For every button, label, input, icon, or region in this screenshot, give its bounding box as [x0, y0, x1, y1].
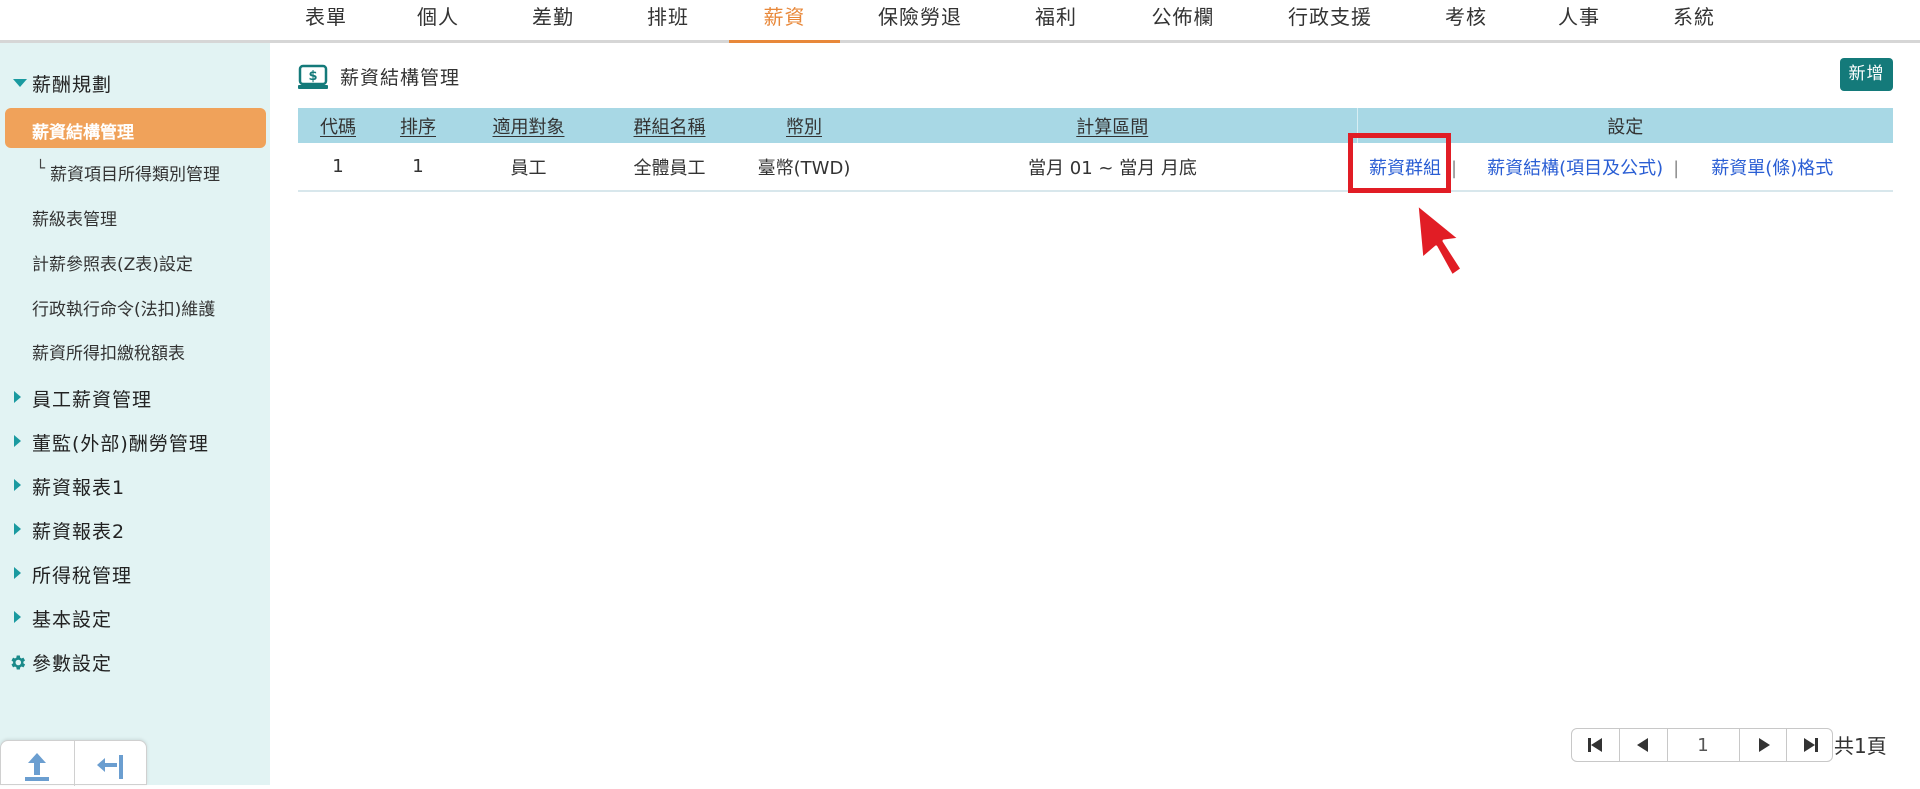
- sidebar-group-salary-report-2[interactable]: 薪資報表2: [0, 515, 270, 545]
- sidebar-group-label: 董監(外部)酬勞管理: [32, 433, 209, 455]
- toolbar-divider: [74, 741, 75, 786]
- svg-text:$: $: [308, 69, 317, 84]
- sidebar-item-param-settings[interactable]: 參數設定: [0, 647, 270, 677]
- sidebar-item-salary-grade-table[interactable]: 薪級表管理: [0, 201, 270, 231]
- sidebar-group-label: 薪酬規劃: [32, 74, 113, 96]
- sub-item-prefix: └: [36, 159, 46, 177]
- tab-personal[interactable]: 個人: [412, 0, 464, 40]
- cell-settings: 薪資群組 | 薪資結構(項目及公式) | 薪資單(條)格式: [1357, 143, 1893, 192]
- tab-evaluation[interactable]: 考核: [1440, 0, 1492, 40]
- sidebar-item-salary-structure[interactable]: 薪資結構管理: [5, 108, 266, 148]
- page-number-input[interactable]: [1667, 729, 1739, 761]
- caret-right-icon: [14, 391, 21, 403]
- next-page-icon[interactable]: [1740, 729, 1787, 761]
- sidebar-item-garnishment-maintenance[interactable]: 行政執行命令(法扣)維護: [0, 291, 270, 321]
- caret-right-icon: [14, 567, 21, 579]
- sidebar-item-withholding-tax-table[interactable]: 薪資所得扣繳稅額表: [0, 335, 270, 365]
- upload-icon[interactable]: [17, 749, 57, 785]
- sidebar-item-label: 薪資所得扣繳稅額表: [32, 344, 185, 364]
- tab-shift[interactable]: 排班: [642, 0, 694, 40]
- sidebar-group-employee-salary[interactable]: 員工薪資管理: [0, 383, 270, 413]
- bottom-toolbar: [0, 740, 147, 786]
- salary-group-link[interactable]: 薪資群組: [1369, 158, 1441, 179]
- caret-down-icon: [13, 79, 27, 87]
- sidebar-item-label: 薪級表管理: [32, 210, 117, 230]
- cell-code: 1: [298, 143, 378, 192]
- sidebar-group-basic-settings[interactable]: 基本設定: [0, 603, 270, 633]
- previous-page-icon[interactable]: [1620, 729, 1667, 761]
- total-pages-label: 共1頁: [1834, 734, 1887, 758]
- cell-target: 員工: [458, 143, 599, 192]
- column-header-group-name[interactable]: 群組名稱: [599, 108, 740, 143]
- sidebar-group-label: 基本設定: [32, 609, 113, 631]
- sidebar-item-label: 薪資結構管理: [32, 123, 134, 143]
- add-button[interactable]: 新增: [1840, 58, 1893, 91]
- sidebar-group-director-remuneration[interactable]: 董監(外部)酬勞管理: [0, 427, 270, 457]
- salary-structure-table: 代碼 排序 適用對象 群組名稱 幣別 計算區間 設定 1 1 員工 全體員工 臺…: [298, 108, 1893, 192]
- tab-attendance[interactable]: 差勤: [527, 0, 579, 40]
- sidebar: 薪酬規劃 薪資結構管理 └ 薪資項目所得類別管理 薪級表管理 計薪參照表(Z表)…: [0, 43, 270, 786]
- sidebar-group-label: 薪資報表2: [32, 521, 126, 543]
- top-nav: 表單 個人 差勤 排班 薪資 保險勞退 福利 公佈欄 行政支援 考核 人事 系統: [0, 0, 1920, 43]
- tab-salary[interactable]: 薪資: [729, 0, 840, 43]
- link-separator: |: [1673, 157, 1680, 179]
- sidebar-item-label: 薪資項目所得類別管理: [50, 165, 220, 185]
- cell-currency: 臺幣(TWD): [740, 143, 868, 192]
- column-header-order[interactable]: 排序: [378, 108, 458, 143]
- pagination: [1571, 728, 1833, 762]
- sidebar-item-z-table-settings[interactable]: 計薪參照表(Z表)設定: [0, 246, 270, 276]
- salary-structure-formula-link[interactable]: 薪資結構(項目及公式): [1487, 158, 1663, 179]
- tab-system[interactable]: 系統: [1668, 0, 1720, 40]
- gear-icon: [11, 655, 26, 670]
- page-title: 薪資結構管理: [340, 67, 461, 89]
- main-content: $ 薪資結構管理 新增 代碼 排序 適用對象 群組名稱 幣別 計算區間 設定 1…: [270, 43, 1920, 785]
- sidebar-item-label: 計薪參照表(Z表)設定: [32, 255, 193, 275]
- cell-period: 當月 01 ~ 當月 月底: [868, 143, 1357, 192]
- caret-right-icon: [14, 523, 21, 535]
- tab-hr[interactable]: 人事: [1553, 0, 1605, 40]
- table-header-row: 代碼 排序 適用對象 群組名稱 幣別 計算區間 設定: [298, 108, 1893, 143]
- tab-welfare[interactable]: 福利: [1030, 0, 1082, 40]
- money-icon: $: [298, 64, 328, 89]
- column-header-target[interactable]: 適用對象: [458, 108, 599, 143]
- sidebar-item-label: 參數設定: [32, 653, 113, 675]
- tab-bulletin[interactable]: 公佈欄: [1148, 0, 1218, 40]
- collapse-sidebar-icon[interactable]: [89, 749, 129, 785]
- sidebar-item-label: 行政執行命令(法扣)維護: [32, 300, 216, 320]
- tab-admin-support[interactable]: 行政支援: [1285, 0, 1375, 40]
- sidebar-group-label: 薪資報表1: [32, 477, 126, 499]
- sidebar-group-salary-planning[interactable]: 薪酬規劃: [0, 68, 270, 98]
- cell-group-name: 全體員工: [599, 143, 740, 192]
- last-page-icon[interactable]: [1787, 729, 1834, 761]
- link-separator: |: [1451, 157, 1458, 179]
- first-page-icon[interactable]: [1572, 729, 1619, 761]
- sidebar-group-label: 所得稅管理: [32, 565, 133, 587]
- caret-right-icon: [14, 435, 21, 447]
- column-header-period[interactable]: 計算區間: [868, 108, 1357, 143]
- sidebar-group-income-tax[interactable]: 所得稅管理: [0, 559, 270, 589]
- column-header-currency[interactable]: 幣別: [740, 108, 868, 143]
- sidebar-group-salary-report-1[interactable]: 薪資報表1: [0, 471, 270, 501]
- tab-forms[interactable]: 表單: [300, 0, 352, 40]
- column-header-settings: 設定: [1356, 108, 1893, 143]
- payslip-format-link[interactable]: 薪資單(條)格式: [1711, 158, 1833, 179]
- cell-order: 1: [378, 143, 458, 192]
- caret-right-icon: [14, 479, 21, 491]
- table-row: 1 1 員工 全體員工 臺幣(TWD) 當月 01 ~ 當月 月底 薪資群組 | 薪…: [298, 143, 1893, 192]
- caret-right-icon: [14, 611, 21, 623]
- sidebar-group-label: 員工薪資管理: [32, 389, 153, 411]
- sidebar-item-salary-item-income-category[interactable]: └ 薪資項目所得類別管理: [0, 156, 270, 186]
- column-header-code[interactable]: 代碼: [298, 108, 378, 143]
- tab-insurance[interactable]: 保險勞退: [875, 0, 965, 40]
